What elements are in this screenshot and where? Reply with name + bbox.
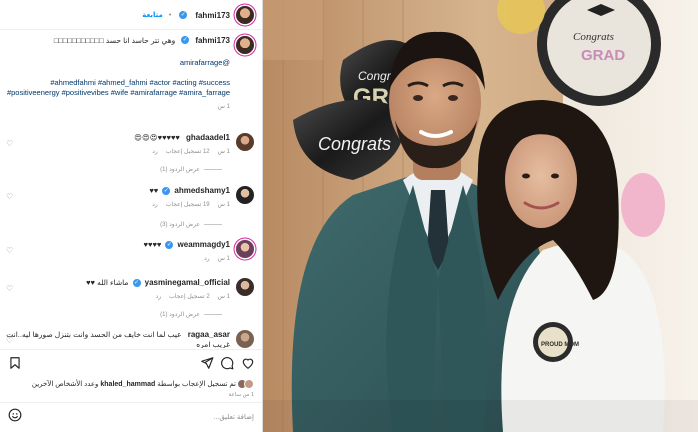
view-replies[interactable]: عرض الردود (1) — [160, 311, 222, 318]
post-photo[interactable]: Congrats GRAD Congrats Congrats GRAD PRO… — [263, 0, 698, 432]
svg-text:Congrats: Congrats — [318, 134, 391, 154]
comment-input[interactable] — [22, 414, 254, 421]
comment-text: ماشاء الله ♥♥ — [86, 278, 129, 287]
comment-item: ghadaadel1 ♥♥♥♥♥😍😍😍 1 س 12 تسجيل إعجاب ر… — [6, 133, 254, 157]
comment-time: 1 س — [217, 202, 230, 208]
view-replies[interactable]: عرض الردود (3) — [160, 221, 222, 228]
comment-item: ahmedshamy1 ✓ ♥♥ 1 س 19 تسجيل إعجاب رد ♡ — [6, 186, 254, 210]
likes-summary[interactable]: تم تسجيل الإعجاب بواسطة khaled_hammad وع… — [8, 378, 254, 390]
proud-mom-badge: PROUD MOM — [541, 342, 579, 348]
header-divider — [0, 29, 262, 30]
like-icon[interactable] — [241, 356, 255, 370]
commenter-avatar[interactable] — [236, 278, 254, 296]
comment-likes[interactable]: 19 تسجيل إعجاب — [166, 200, 210, 210]
post-actions — [8, 356, 254, 372]
commenter-username[interactable]: ahmedshamy1 — [174, 186, 230, 195]
commenter-verified-icon: ✓ — [165, 241, 174, 250]
svg-text:GRAD: GRAD — [581, 47, 625, 64]
bookmark-icon[interactable] — [8, 356, 22, 370]
comment-likes[interactable]: 12 تسجيل إعجاب — [166, 147, 210, 157]
likes-prefix: تم تسجيل الإعجاب بواسطة — [157, 381, 236, 388]
like-comment-icon[interactable]: ♡ — [6, 284, 13, 293]
caption-time: 1 س — [217, 104, 230, 110]
comment-text: ♥♥♥♥♥😍😍😍 — [134, 133, 180, 142]
comment-time: 1 س — [217, 256, 230, 262]
likes-suffix: وعدد الأشخاص الآخرين — [31, 381, 99, 388]
share-icon[interactable] — [200, 356, 214, 370]
separator-dot: • — [168, 11, 172, 19]
comment-item: ragaa_asar عيب لما انت خايف من الحسد وان… — [6, 330, 254, 348]
verified-icon: ✓ — [179, 11, 188, 19]
caption-verified-icon: ✓ — [181, 36, 190, 44]
comment-time: 1 س — [217, 294, 230, 300]
like-comment-icon[interactable]: ♡ — [6, 139, 13, 148]
view-replies[interactable]: عرض الردود (1) — [160, 166, 222, 173]
commenter-username[interactable]: weammagdy1 — [178, 240, 230, 249]
comment-composer — [0, 402, 262, 432]
pink-balloon — [621, 173, 665, 237]
svg-text:Congrats: Congrats — [573, 31, 614, 43]
comment-icon[interactable] — [220, 356, 234, 370]
follow-button[interactable]: متابعة — [142, 11, 163, 19]
comments-panel: fahmi173 ✓ • متابعة fahmi173 ✓ وهي تتر ح… — [0, 0, 263, 432]
author-username[interactable]: fahmi173 — [195, 11, 230, 20]
caption-mention[interactable]: @amirafarrage — [6, 58, 230, 68]
commenter-avatar[interactable] — [236, 330, 254, 348]
author-avatar[interactable] — [236, 6, 254, 24]
like-comment-icon[interactable]: ♡ — [6, 192, 13, 201]
reply-button[interactable]: رد — [156, 292, 162, 302]
reply-button[interactable]: رد — [152, 200, 158, 210]
reply-button[interactable]: رد — [152, 147, 158, 157]
like-comment-icon[interactable]: ♡ — [6, 246, 13, 255]
comment-text: ♥♥ — [149, 186, 159, 195]
reply-button[interactable]: رد — [204, 254, 210, 264]
emoji-icon[interactable] — [8, 408, 22, 427]
actions-divider — [0, 349, 262, 350]
commenter-username[interactable]: yasminegamal_official — [145, 278, 230, 287]
commenter-verified-icon: ✓ — [162, 187, 171, 196]
comment-item: weammagdy1 ✓ ♥♥♥♥ 1 س رد ♡ — [6, 240, 254, 264]
comment-likes[interactable]: 2 تسجيل إعجاب — [169, 292, 210, 302]
caption-avatar[interactable] — [236, 36, 254, 54]
post-time: 1 س ساعة — [228, 392, 254, 398]
likes-user[interactable]: khaled_hammad — [100, 381, 155, 388]
photo-illustration: Congrats GRAD Congrats Congrats GRAD PRO… — [263, 0, 698, 432]
post-header: fahmi173 ✓ • متابعة — [8, 4, 254, 26]
caption-hashtags[interactable]: #ahmedfahmi #ahmed_fahmi #actor #acting … — [6, 78, 230, 98]
caption-username[interactable]: fahmi173 — [195, 36, 230, 46]
caption: fahmi173 ✓ وهي تتر حاسد انا حسد □□□□□□□□… — [6, 36, 254, 112]
commenter-username[interactable]: ghadaadel1 — [186, 133, 230, 142]
commenter-avatar[interactable] — [236, 240, 254, 258]
commenter-avatar[interactable] — [236, 186, 254, 204]
liker-avatars — [237, 379, 254, 389]
commenter-username[interactable]: ragaa_asar — [188, 330, 230, 339]
caption-text: وهي تتر حاسد انا حسد □□□□□□□□□□□ — [53, 36, 176, 45]
comment-text: ♥♥♥♥ — [143, 240, 162, 249]
like-comment-icon[interactable]: ♡ — [6, 336, 13, 345]
commenter-verified-icon: ✓ — [132, 279, 141, 288]
commenter-avatar[interactable] — [236, 133, 254, 151]
comment-item: yasminegamal_official ✓ ماشاء الله ♥♥ 1 … — [6, 278, 254, 302]
comment-time: 1 س — [217, 149, 230, 155]
